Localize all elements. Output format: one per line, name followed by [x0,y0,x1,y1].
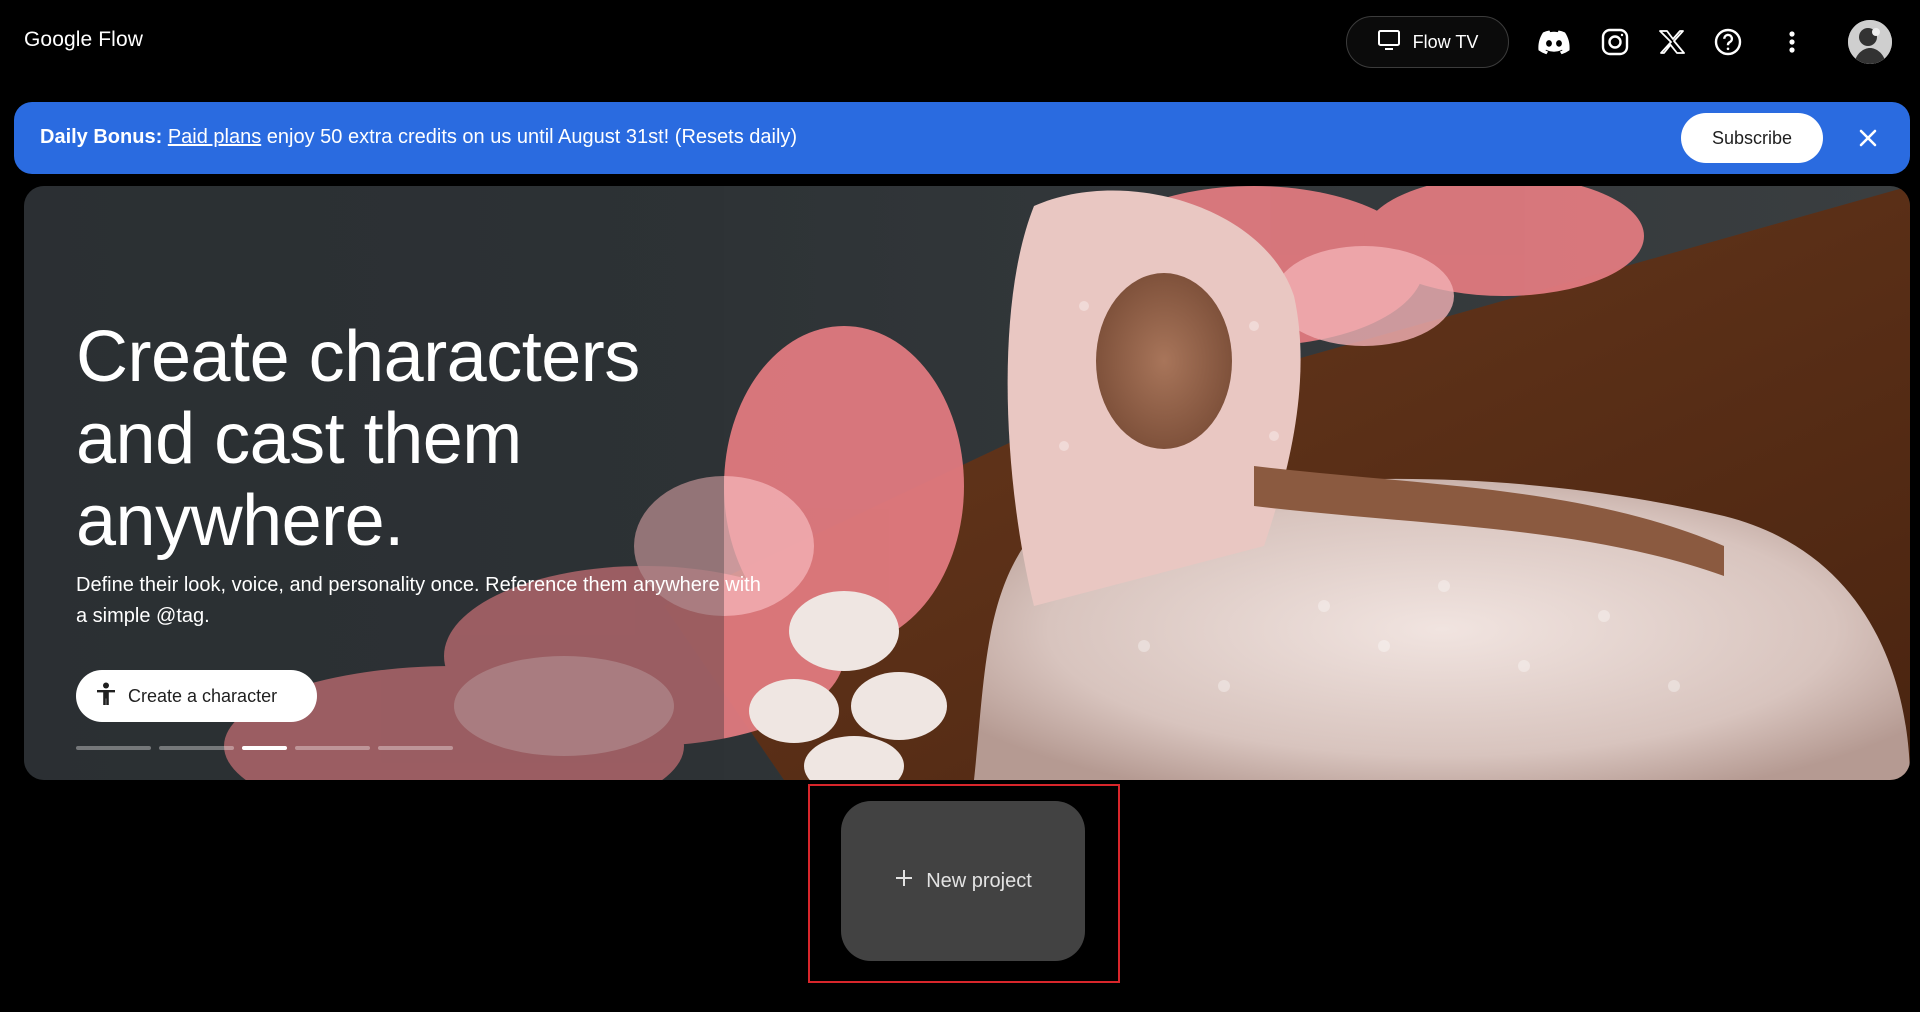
person-icon [96,682,116,711]
close-icon[interactable] [1854,124,1882,152]
banner-bold-prefix: Daily Bonus: [40,126,163,148]
avatar[interactable] [1848,20,1892,64]
plus-icon [894,868,914,894]
banner-text: enjoy 50 extra credits on us until Augus… [266,126,798,148]
tv-icon [1377,29,1401,56]
carousel-indicators [76,746,453,750]
instagram-icon[interactable] [1597,24,1633,60]
hero-carousel: Create characters and cast them anywhere… [24,186,1910,780]
flow-tv-button[interactable]: Flow TV [1346,16,1509,68]
carousel-dot[interactable] [295,746,370,750]
carousel-dot[interactable] [159,746,234,750]
paid-plans-link[interactable]: Paid plans [168,126,261,148]
carousel-dot-active[interactable] [242,746,287,750]
help-icon[interactable] [1710,24,1746,60]
banner-message: Daily Bonus: Paid plans enjoy 50 extra c… [40,126,797,149]
x-icon[interactable] [1654,24,1690,60]
app-title[interactable]: Google Flow [24,28,143,52]
flow-tv-label: Flow TV [1412,31,1479,52]
create-character-label: Create a character [128,685,278,706]
discord-icon[interactable] [1536,24,1572,60]
create-character-button[interactable]: Create a character [76,670,317,722]
hero-description: Define their look, voice, and personalit… [76,574,761,627]
top-bar: Google Flow Flow TV [0,0,1920,84]
subscribe-button[interactable]: Subscribe [1681,113,1823,163]
page: Google Flow Flow TV Daily Bonus: Paid pl… [0,0,1920,1012]
new-project-label: New project [926,869,1032,892]
carousel-dot[interactable] [76,746,151,750]
daily-bonus-banner: Daily Bonus: Paid plans enjoy 50 extra c… [14,102,1910,174]
carousel-dot[interactable] [378,746,453,750]
more-vert-icon[interactable] [1774,24,1810,60]
new-project-button[interactable]: New project [841,801,1085,961]
hero-title: Create characters and cast them anywhere… [76,317,640,561]
